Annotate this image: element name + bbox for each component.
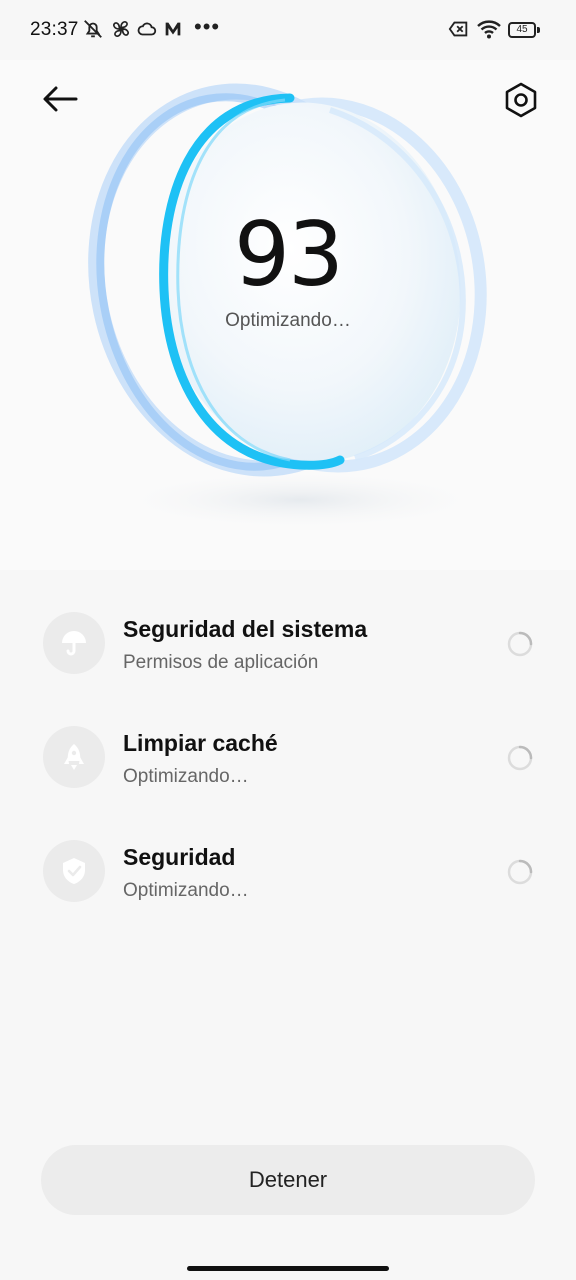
wifi-icon xyxy=(477,20,501,39)
task-subtitle: Optimizando… xyxy=(123,880,249,901)
optimization-task-list: Seguridad del sistema Permisos de aplica… xyxy=(0,592,576,934)
task-subtitle: Permisos de aplicación xyxy=(123,652,319,673)
task-item-system-security: Seguridad del sistema Permisos de aplica… xyxy=(0,592,576,706)
battery-tip xyxy=(537,27,540,33)
task-title: Seguridad del sistema xyxy=(123,616,368,642)
task-subtitle: Optimizando… xyxy=(123,766,249,787)
notifications-off-icon xyxy=(84,20,102,38)
loading-spinner-icon xyxy=(507,631,533,657)
settings-hexagon-icon xyxy=(505,82,537,118)
more-dots-icon: ••• xyxy=(194,14,221,39)
battery-level: 45 xyxy=(516,24,528,35)
task-icon-container xyxy=(43,612,105,674)
arrow-left-icon xyxy=(43,86,78,112)
optimization-status: Optimizando… xyxy=(225,310,351,331)
sim-error-icon xyxy=(448,21,468,37)
m-app-icon xyxy=(165,22,181,36)
task-item-security: Seguridad Optimizando… xyxy=(0,820,576,934)
umbrella-icon xyxy=(62,631,86,656)
stop-button[interactable]: Detener xyxy=(41,1145,535,1215)
home-indicator[interactable] xyxy=(187,1266,389,1271)
fan-icon xyxy=(113,21,129,37)
loading-spinner-icon xyxy=(507,745,533,771)
shield-check-icon xyxy=(63,858,85,884)
task-icon-container xyxy=(43,840,105,902)
battery-icon: 45 xyxy=(508,22,536,38)
task-title: Limpiar caché xyxy=(123,730,278,756)
back-button[interactable] xyxy=(38,80,82,118)
optimization-score: 93 xyxy=(234,203,344,306)
settings-button[interactable] xyxy=(500,79,542,121)
loading-spinner-icon xyxy=(507,859,533,885)
optimization-hero: 93 Optimizando… xyxy=(0,60,576,570)
task-title: Seguridad xyxy=(123,844,236,870)
cloud-icon xyxy=(137,22,157,36)
task-icon-container xyxy=(43,726,105,788)
task-item-clear-cache: Limpiar caché Optimizando… xyxy=(0,706,576,820)
status-bar: 23:37 ••• 45 xyxy=(0,0,576,60)
status-time: 23:37 xyxy=(30,19,79,40)
rocket-icon xyxy=(64,744,84,770)
